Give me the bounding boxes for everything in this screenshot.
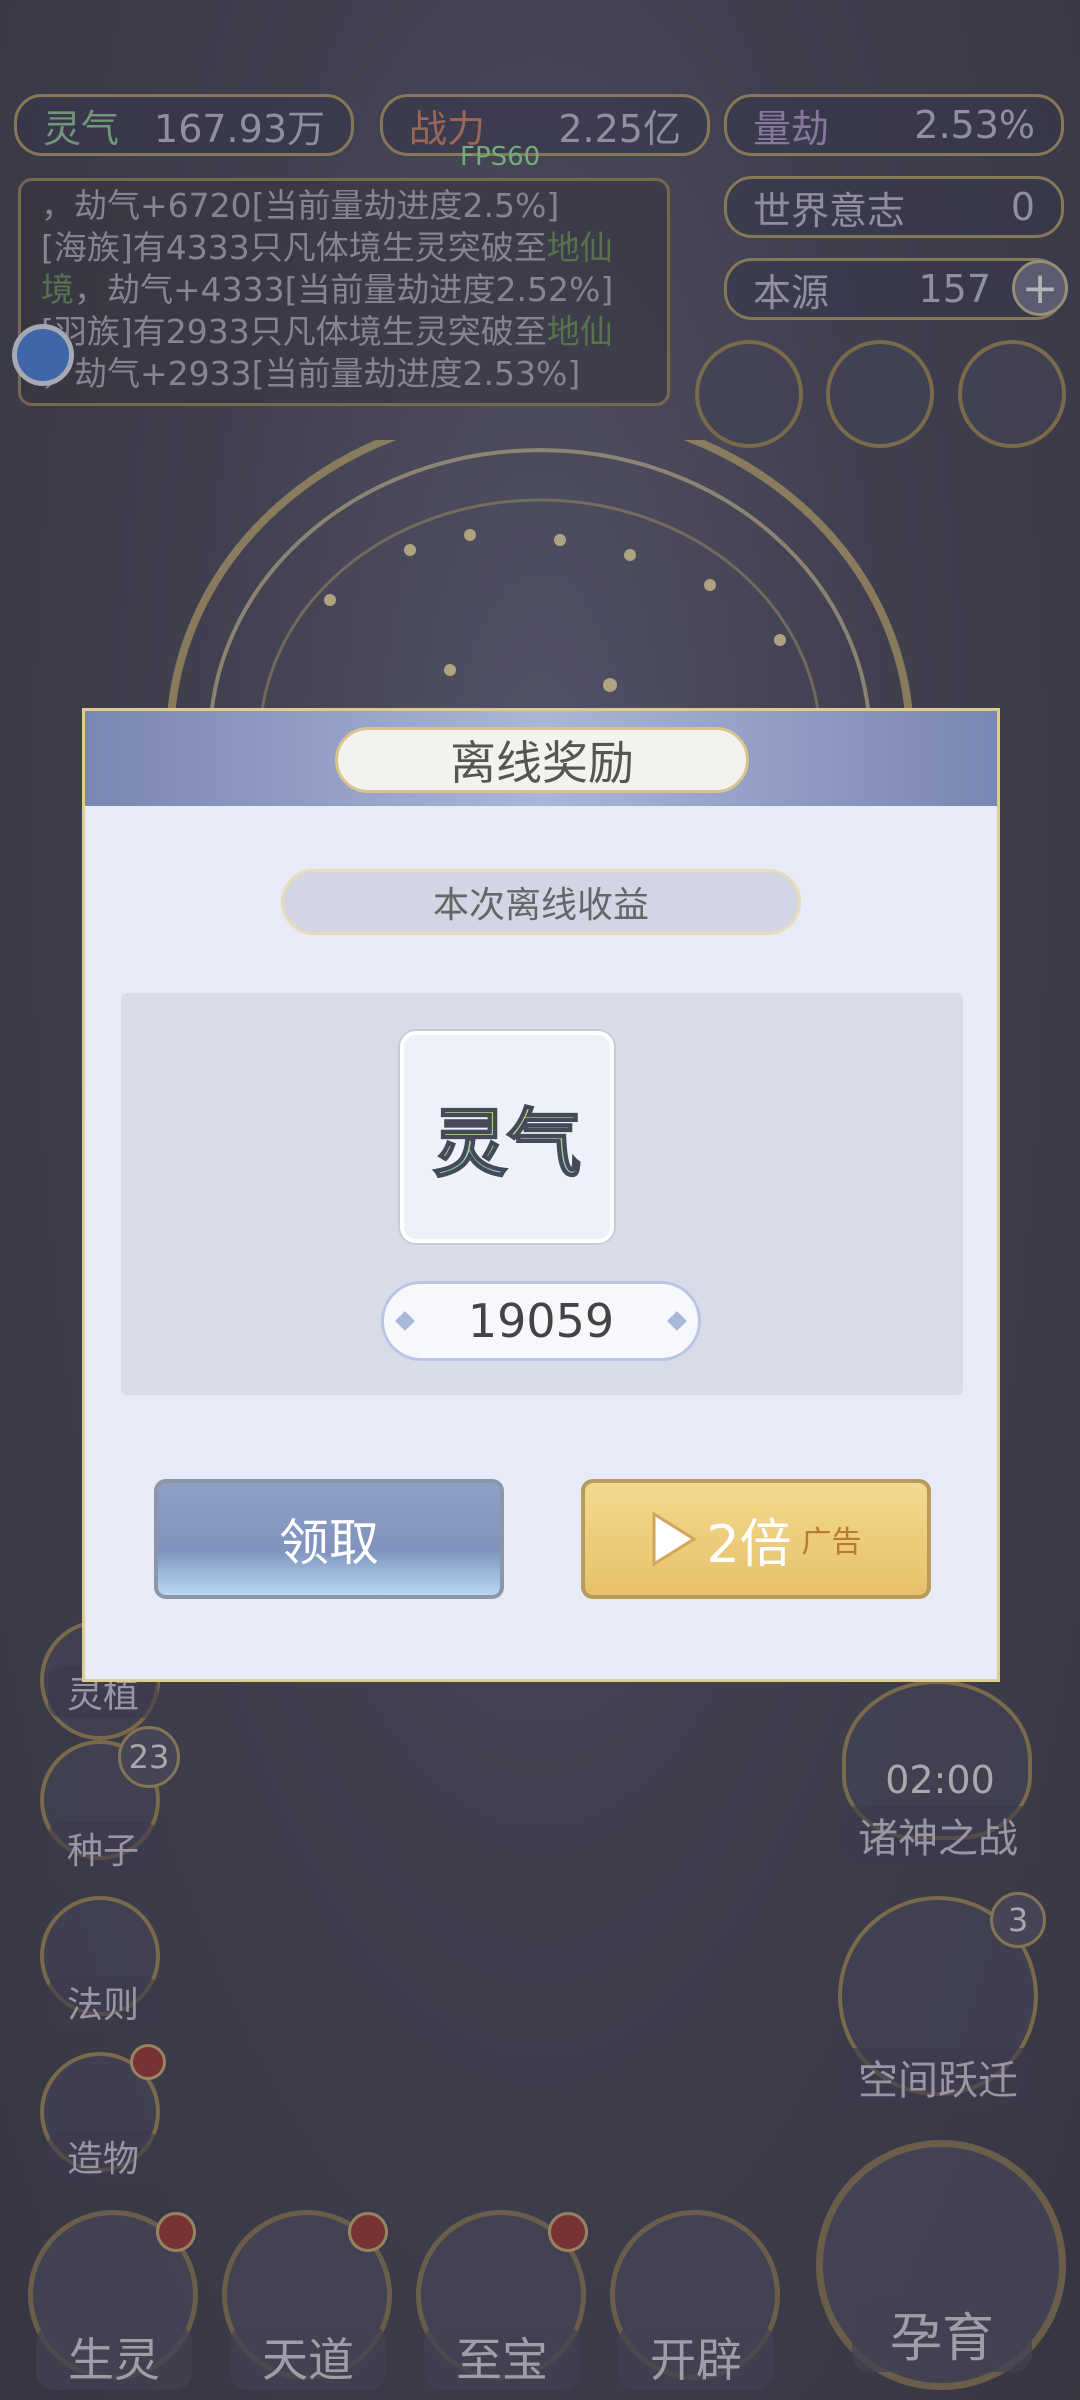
claim-button[interactable]: 领取 (154, 1479, 504, 1599)
video-play-icon (650, 1511, 698, 1567)
dialog-header: 离线奖励 (85, 711, 997, 806)
reward-item-name: 灵气 (432, 1084, 582, 1191)
dialog-title: 离线奖励 (335, 727, 749, 793)
reward-amount: 19059 (381, 1281, 701, 1361)
double-label: 2倍 (706, 1514, 792, 1575)
offline-reward-dialog: 离线奖励 本次离线收益 灵气 19059 领取 2倍 广告 (82, 708, 1000, 1682)
ad-label: 广告 (801, 1525, 862, 1560)
diamond-icon (395, 1311, 415, 1331)
reward-item-slot[interactable]: 灵气 (400, 1031, 614, 1243)
double-reward-ad-button[interactable]: 2倍 广告 (581, 1479, 931, 1599)
reward-amount-value: 19059 (467, 1294, 615, 1348)
claim-label: 领取 (279, 1514, 379, 1572)
diamond-icon (667, 1311, 687, 1331)
dialog-subtitle: 本次离线收益 (281, 869, 801, 935)
